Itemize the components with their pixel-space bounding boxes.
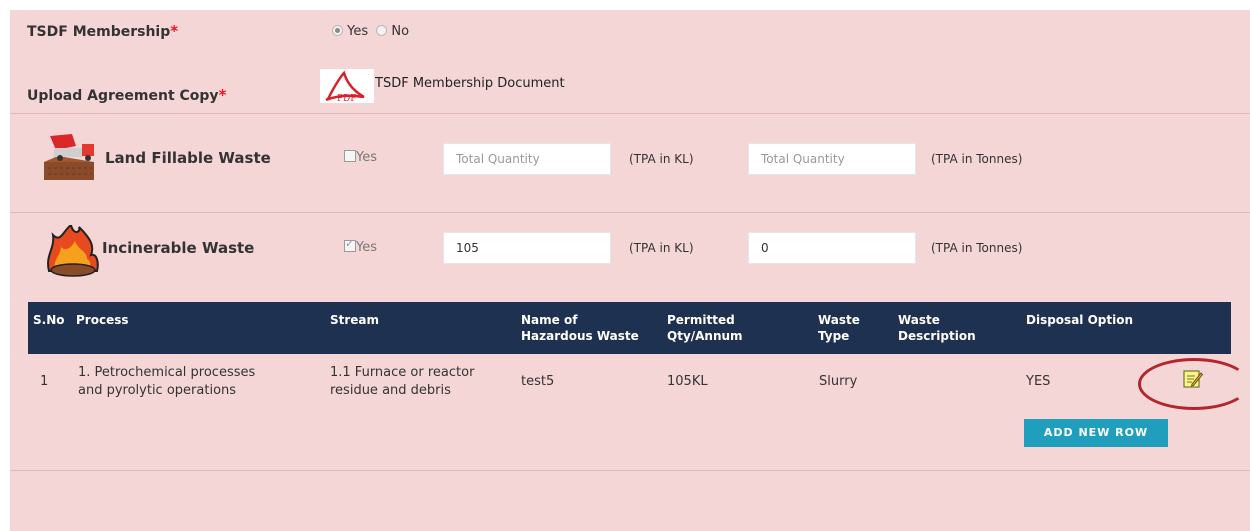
incinerable-yes: Yes [344,237,377,255]
pdf-icon[interactable]: PDF [320,69,374,104]
incinerable-label: Incinerable Waste [102,239,255,257]
land-fill-yes: Yes [344,150,377,165]
membership-yes-label: Yes [347,24,369,39]
table-row: 1 1. Petrochemical processes and pyrolyt… [28,354,1231,412]
row-disposal: YES [1026,374,1051,389]
land-fill-label: Land Fillable Waste [105,149,271,167]
row-sno: 1 [40,374,49,389]
land-fill-tonnes-input[interactable]: Total Quantity [748,143,916,175]
membership-label: TSDF Membership* [27,22,179,40]
incinerable-fire-icon [43,223,103,277]
membership-yes-radio[interactable] [332,25,343,36]
row-stream: 1.1 Furnace or reactor residue and debri… [330,365,475,398]
incinerable-kl-input[interactable]: 105 [443,232,611,264]
incinerable-checkbox[interactable] [344,237,356,252]
col-description: Waste Description [898,313,976,343]
divider [10,113,1250,114]
land-fill-tonnes-unit: (TPA in Tonnes) [931,152,1023,166]
divider [10,212,1250,213]
upload-label: Upload Agreement Copy* [27,86,227,104]
land-fill-truck-icon [42,134,102,182]
waste-table-header: S.No Process Stream Name of Hazardous Wa… [28,302,1231,354]
edit-icon[interactable] [1183,369,1204,389]
row-type: Slurry [819,374,858,389]
membership-radio-group: Yes No [332,24,409,39]
col-stream: Stream [330,313,380,327]
col-type: Waste Type [818,313,860,343]
col-process: Process [76,313,129,327]
add-new-row-button[interactable]: ADD NEW ROW [1024,419,1168,447]
col-name: Name of Hazardous Waste [521,313,639,343]
row-permitted: 105KL [667,374,708,389]
row-name: test5 [521,374,555,389]
membership-no-radio[interactable] [376,25,388,36]
col-disposal: Disposal Option [1026,313,1134,327]
svg-text:PDF: PDF [337,94,357,103]
incinerable-tonnes-input[interactable]: 0 [748,232,916,264]
land-fill-checkbox[interactable] [344,150,356,162]
incinerable-tonnes-unit: (TPA in Tonnes) [931,241,1023,255]
col-permitted: Permitted Qty/Annum [667,313,743,343]
tsdf-form-panel: TSDF Membership* Yes No Upload Agreement… [10,10,1250,531]
incinerable-kl-unit: (TPA in KL) [629,241,694,255]
land-fill-kl-unit: (TPA in KL) [629,152,694,166]
land-fill-kl-input[interactable]: Total Quantity [443,143,611,175]
membership-no-label: No [391,24,410,39]
divider [10,470,1250,471]
row-process: 1. Petrochemical processes and pyrolytic… [78,365,256,398]
tsdf-document-link[interactable]: TSDF Membership Document [375,76,565,91]
col-sno: S.No [33,313,65,327]
